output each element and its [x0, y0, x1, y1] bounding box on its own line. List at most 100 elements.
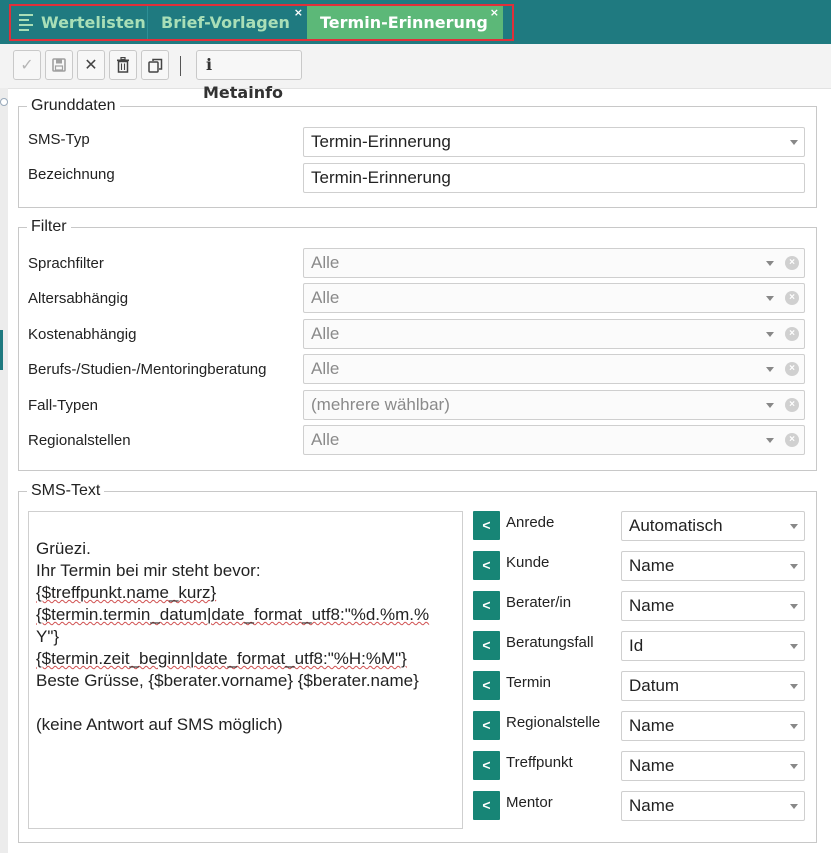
insert-treffpunkt-button[interactable]: < — [473, 751, 500, 780]
altersabhaengig-value: Alle — [311, 288, 340, 307]
berater-value: Name — [629, 596, 675, 615]
berater-label: Berater/in — [506, 594, 572, 611]
chevron-down-icon — [766, 332, 774, 337]
chevron-down-icon — [766, 367, 774, 372]
regionalstelle-label: Regionalstelle — [506, 714, 601, 731]
chevron-down-icon — [766, 438, 774, 443]
mentor-select[interactable]: Name — [621, 791, 805, 821]
mentor-value: Name — [629, 796, 675, 815]
berater-select[interactable]: Name — [621, 591, 805, 621]
termin-select[interactable]: Datum — [621, 671, 805, 701]
sms-line: (keine Antwort auf SMS möglich) — [36, 715, 283, 734]
chevron-down-icon — [790, 764, 798, 769]
chevron-down-icon — [790, 140, 798, 145]
chevron-down-icon — [790, 524, 798, 529]
left-panel-edge — [0, 88, 8, 853]
insert-berater-button[interactable]: < — [473, 591, 500, 620]
beratung-label: Berufs-/Studien-/Mentoringberatung — [28, 361, 267, 378]
beratungsfall-select[interactable]: Id — [621, 631, 805, 661]
chevron-down-icon — [790, 684, 798, 689]
treffpunkt-select[interactable]: Name — [621, 751, 805, 781]
insert-termin-button[interactable]: < — [473, 671, 500, 700]
bezeichnung-input[interactable]: Termin-Erinnerung — [303, 163, 805, 193]
kostenabhaengig-select[interactable]: Alle × — [303, 319, 805, 349]
regionalstellen-select[interactable]: Alle × — [303, 425, 805, 455]
anrede-select[interactable]: Automatisch — [621, 511, 805, 541]
copy-button[interactable] — [141, 50, 169, 80]
chevron-down-icon — [766, 261, 774, 266]
sms-typ-select[interactable]: Termin-Erinnerung — [303, 127, 805, 157]
termin-value: Datum — [629, 676, 680, 695]
insert-anrede-button[interactable]: < — [473, 511, 500, 540]
grunddaten-legend: Grunddaten — [27, 97, 120, 115]
clear-icon[interactable]: × — [785, 433, 799, 447]
delete-button[interactable] — [109, 50, 137, 80]
left-panel-marker — [0, 330, 3, 370]
anrede-value: Automatisch — [629, 516, 723, 535]
clear-icon[interactable]: × — [785, 327, 799, 341]
kunde-value: Name — [629, 556, 675, 575]
chevron-down-icon — [790, 564, 798, 569]
insert-kunde-button[interactable]: < — [473, 551, 500, 580]
chevron-down-icon — [790, 724, 798, 729]
fall-typen-value: (mehrere wählbar) — [311, 395, 450, 414]
sms-text-editor[interactable]: Grüezi. Ihr Termin bei mir steht bevor: … — [28, 511, 463, 829]
beratung-select[interactable]: Alle × — [303, 354, 805, 384]
treffpunkt-value: Name — [629, 756, 675, 775]
close-icon: ✕ — [84, 57, 98, 74]
floppy-disk-icon — [52, 58, 66, 72]
regionalstelle-value: Name — [629, 716, 675, 735]
sms-typ-value: Termin-Erinnerung — [311, 132, 451, 151]
regionalstellen-label: Regionalstellen — [28, 432, 131, 449]
sprachfilter-select[interactable]: Alle × — [303, 248, 805, 278]
info-icon: i — [205, 55, 213, 74]
toolbar-separator — [180, 56, 181, 76]
insert-beratungsfall-button[interactable]: < — [473, 631, 500, 660]
insert-mentor-button[interactable]: < — [473, 791, 500, 820]
check-icon: ✓ — [20, 57, 34, 74]
clear-icon[interactable]: × — [785, 256, 799, 270]
altersabhaengig-select[interactable]: Alle × — [303, 283, 805, 313]
beratungsfall-label: Beratungsfall — [506, 634, 594, 651]
clear-icon[interactable]: × — [785, 362, 799, 376]
chevron-down-icon — [790, 804, 798, 809]
sprachfilter-value: Alle — [311, 253, 340, 272]
clear-icon[interactable]: × — [785, 291, 799, 305]
altersabhaengig-label: Altersabhängig — [28, 290, 129, 307]
tab-highlight-frame — [9, 4, 514, 41]
regionalstelle-select[interactable]: Name — [621, 711, 805, 741]
sms-line: Y"} — [36, 627, 60, 646]
kostenabhaengig-value: Alle — [311, 324, 340, 343]
copy-icon — [147, 58, 162, 73]
sms-line: {$treffpunkt.name_kurz} — [36, 583, 217, 602]
fall-typen-label: Fall-Typen — [28, 397, 99, 414]
kunde-select[interactable]: Name — [621, 551, 805, 581]
filter-legend: Filter — [27, 218, 71, 236]
chevron-down-icon — [790, 604, 798, 609]
kunde-label: Kunde — [506, 554, 550, 571]
beratung-value: Alle — [311, 359, 340, 378]
treffpunkt-label: Treffpunkt — [506, 754, 573, 771]
clear-icon[interactable]: × — [785, 398, 799, 412]
fall-typen-select[interactable]: (mehrere wählbar) × — [303, 390, 805, 420]
beratungsfall-value: Id — [629, 636, 644, 655]
sms-text-legend: SMS-Text — [27, 482, 105, 500]
save-close-button[interactable]: ✓ — [13, 50, 41, 80]
metainfo-button[interactable]: i Metainfo — [196, 50, 302, 102]
chevron-down-icon — [766, 296, 774, 301]
insert-regionalstelle-button[interactable]: < — [473, 711, 500, 740]
sms-typ-label: SMS-Typ — [28, 131, 90, 148]
termin-label: Termin — [506, 674, 552, 691]
sms-line: {$termin.termin_datum|date_format_utf8:"… — [36, 605, 430, 624]
chevron-down-icon — [790, 644, 798, 649]
kostenabhaengig-label: Kostenabhängig — [28, 326, 137, 343]
panel-resize-handle[interactable] — [0, 98, 8, 106]
sms-line: Ihr Termin bei mir steht bevor: — [36, 561, 261, 580]
cancel-button[interactable]: ✕ — [77, 50, 105, 80]
bezeichnung-label: Bezeichnung — [28, 166, 115, 183]
sms-line: {$termin.zeit_beginn|date_format_utf8:"%… — [36, 649, 407, 668]
regionalstellen-value: Alle — [311, 430, 340, 449]
sms-line: Beste Grüsse, {$berater.vorname} {$berat… — [36, 671, 419, 690]
chevron-down-icon — [766, 403, 774, 408]
save-button[interactable] — [45, 50, 73, 80]
